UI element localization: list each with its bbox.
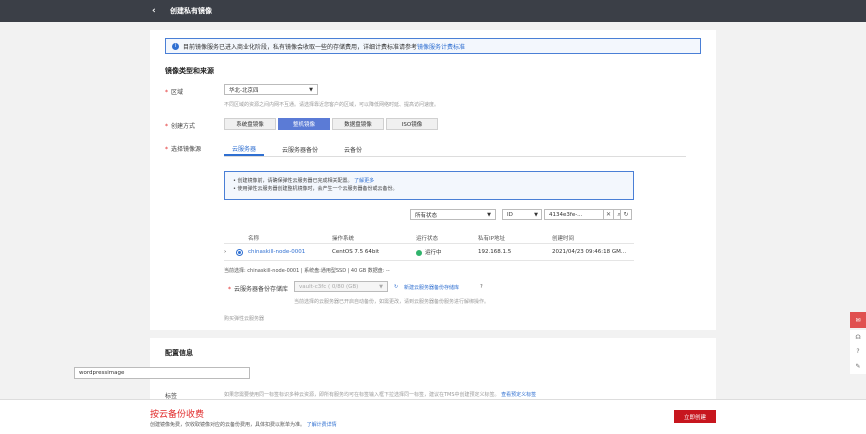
create-vault-link[interactable]: 新建云服务器备份存储库: [404, 284, 459, 291]
notice-text: 目前镜像服务已进入商业化阶段，私有镜像会收取一些的存储费用，详细计费标准请参考: [183, 43, 418, 51]
caret-down-icon: ▼: [487, 211, 491, 218]
tip-line-1: • 创建镜像前，请确保弹性云服务器已完成相关配置。 了解更多: [233, 178, 375, 184]
info-icon: i: [172, 42, 179, 50]
vault-select[interactable]: vault-c3fc ( 0/80 (GB) ▼: [294, 281, 388, 292]
fee-details-link[interactable]: 了解计费详情: [307, 422, 337, 428]
bottom-bar: 按云备份收费 创建镜像免费，仅收取镜像对应的云备份费用，具体扣费以账单为准。 了…: [0, 399, 866, 434]
learn-more-link[interactable]: 了解更多: [354, 178, 374, 184]
question-icon[interactable]: ?: [480, 284, 483, 290]
filter-value-input[interactable]: 4134e3fe-...: [544, 209, 604, 220]
caret-down-icon: ▼: [379, 284, 383, 290]
caret-down-icon: ▼: [534, 211, 538, 218]
feedback-icon[interactable]: ✎: [855, 363, 860, 370]
current-selection: 当前选择: chinaskill-node-0001 | 系统盘:通用型SSD …: [224, 268, 390, 274]
create-now-button[interactable]: 立即创建: [674, 410, 716, 423]
table-header: 名称 操作系统 运行状态 私有IP地址 创建时间: [224, 233, 634, 244]
chevron-left-icon[interactable]: ‹: [152, 6, 164, 16]
side-tools: ☊ ? ✎: [850, 330, 866, 374]
server-name-link[interactable]: chinaskill-node-0001: [248, 249, 332, 255]
image-source-card: i 目前镜像服务已进入商业化阶段，私有镜像会收取一些的存储费用，详细计费标准请参…: [150, 30, 716, 330]
mode-system-disk[interactable]: 系统盘镜像: [224, 118, 276, 130]
source-tips: • 创建镜像前，请确保弹性云服务器已完成相关配置。 了解更多 • 使用弹性云服务…: [224, 171, 634, 200]
page-title: 创建私有镜像: [170, 7, 212, 15]
mode-data-disk[interactable]: 数据盘镜像: [332, 118, 384, 130]
vault-label: * 云服务器备份存储库: [228, 286, 289, 293]
mode-iso[interactable]: ISO镜像: [386, 118, 438, 130]
fee-title: 按云备份收费: [150, 410, 205, 420]
billing-standard-link[interactable]: 镜像服务计费标准: [417, 42, 465, 51]
server-table: 名称 操作系统 运行状态 私有IP地址 创建时间 › chinaskill-no…: [224, 233, 634, 261]
top-bar: ‹ 创建私有镜像: [0, 0, 866, 22]
tab-ecs-backup[interactable]: 云服务器备份: [274, 143, 326, 156]
predefined-tag-link[interactable]: 查看预定义标签: [501, 392, 536, 398]
row-radio[interactable]: [236, 248, 243, 256]
name-input[interactable]: wordpressimage: [74, 367, 250, 379]
vault-hint: 当前选择的云服务器已开启自动备份，如需更改，请到云服务器备份服务进行解绑操作。: [294, 299, 490, 305]
section-title-config: 配置信息: [165, 349, 193, 357]
status-badge: 运行中: [416, 248, 478, 256]
buy-ecs-link[interactable]: 购买弹性云服务器: [224, 315, 264, 322]
check-circle-icon: [416, 249, 422, 256]
tab-ecs[interactable]: 云服务器: [224, 143, 265, 156]
chevron-right-icon[interactable]: ›: [224, 249, 236, 255]
tab-cloud-backup[interactable]: 云备份: [336, 143, 370, 156]
region-hint: 不同区域的资源之间内网不互通。请选择靠近您客户的区域，可以降低网络时延、提高访问…: [224, 102, 440, 108]
question-icon[interactable]: ?: [856, 348, 859, 355]
headset-icon[interactable]: ☊: [855, 334, 860, 341]
refresh-icon[interactable]: ↻: [620, 209, 632, 220]
caret-down-icon: ▼: [309, 87, 313, 93]
source-tabs: 云服务器 云服务器备份 云备份: [224, 143, 686, 157]
source-label: * 选择镜像源: [165, 146, 202, 153]
tag-hint: 如果您需要使用同一标签标识多种云资源，即所有服务均可在标签输入框下拉选择同一标签…: [224, 392, 537, 398]
create-mode-label: * 创建方式: [165, 123, 196, 130]
fee-desc: 创建镜像免费，仅收取镜像对应的云备份费用，具体扣费以账单为准。 了解计费详情: [150, 422, 337, 428]
filter-key-select[interactable]: ID ▼: [502, 209, 542, 220]
tip-line-2: • 使用弹性云服务器创建整机镜像时，会产生一个云服务器备份或云备份。: [233, 186, 398, 192]
mail-icon[interactable]: ✉: [850, 312, 866, 328]
section-title-image-type: 镜像类型和来源: [165, 67, 214, 75]
billing-notice: i 目前镜像服务已进入商业化阶段，私有镜像会收取一些的存储费用，详细计费标准请参…: [165, 38, 701, 54]
table-row[interactable]: › chinaskill-node-0001 CentOS 7.5 64bit …: [224, 244, 634, 261]
region-select[interactable]: 华北-北京四 ▼: [224, 84, 318, 95]
region-label: * 区域: [165, 89, 184, 96]
status-filter-select[interactable]: 所有状态 ▼: [410, 209, 496, 220]
refresh-icon[interactable]: ↻: [394, 284, 398, 290]
create-mode-segmented: 系统盘镜像 整机镜像 数据盘镜像 ISO镜像: [224, 118, 440, 130]
mode-full-image[interactable]: 整机镜像: [278, 118, 330, 130]
